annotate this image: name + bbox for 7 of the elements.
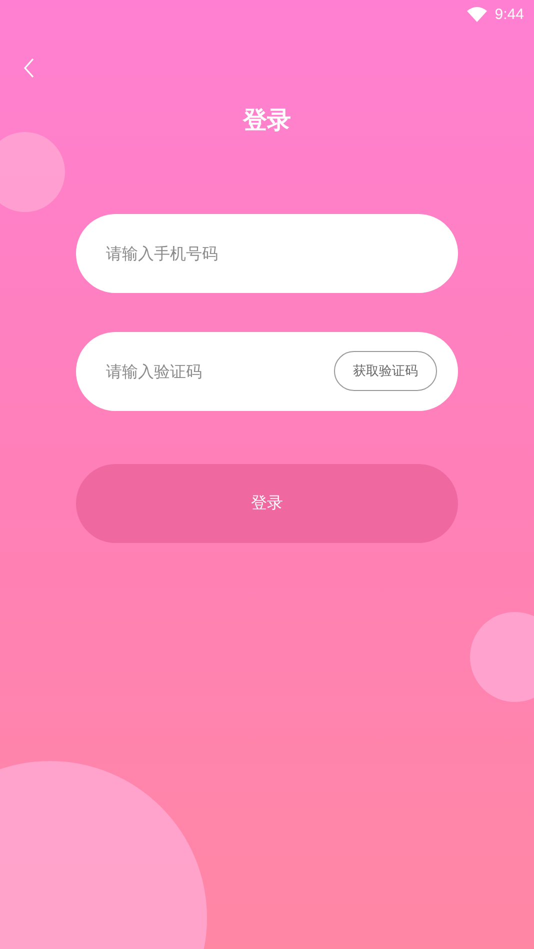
- get-code-button[interactable]: 获取验证码: [334, 351, 437, 391]
- back-icon: [22, 57, 36, 79]
- phone-field[interactable]: 请输入手机号码: [76, 214, 458, 293]
- login-button[interactable]: 登录: [76, 464, 458, 543]
- page-title: 登录: [242, 108, 292, 132]
- wifi-icon: [466, 6, 487, 22]
- status-time: 9:44: [494, 6, 524, 22]
